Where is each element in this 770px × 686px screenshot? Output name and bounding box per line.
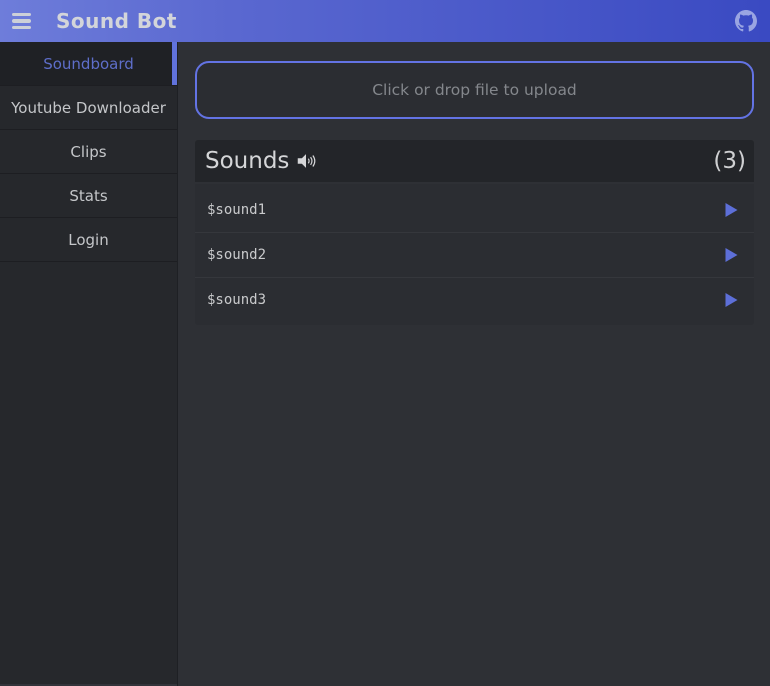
sound-row: $sound2 xyxy=(195,232,754,277)
play-icon xyxy=(725,203,738,217)
hamburger-menu-button[interactable] xyxy=(0,0,42,42)
hamburger-icon xyxy=(12,13,31,17)
sounds-count: (3) xyxy=(713,148,746,174)
sound-name: $sound2 xyxy=(207,247,266,263)
dropzone-label: Click or drop file to upload xyxy=(372,81,577,99)
sidebar: Soundboard Youtube Downloader Clips Stat… xyxy=(0,42,178,686)
sounds-title: Sounds xyxy=(205,148,289,174)
sidebar-item-youtube-downloader[interactable]: Youtube Downloader xyxy=(0,86,177,130)
sidebar-item-label: Login xyxy=(68,231,108,249)
app-header: Sound Bot xyxy=(0,0,770,42)
app-title: Sound Bot xyxy=(56,9,177,33)
sidebar-item-stats[interactable]: Stats xyxy=(0,174,177,218)
main-content: Click or drop file to upload Sounds (3) … xyxy=(179,42,770,686)
sidebar-item-clips[interactable]: Clips xyxy=(0,130,177,174)
sidebar-item-label: Soundboard xyxy=(43,55,134,73)
sidebar-item-label: Youtube Downloader xyxy=(11,99,166,117)
sound-row: $sound1 xyxy=(195,187,754,232)
sounds-list: $sound1 $sound2 $sound3 xyxy=(195,184,754,325)
sidebar-item-soundboard[interactable]: Soundboard xyxy=(0,42,177,86)
sidebar-item-login[interactable]: Login xyxy=(0,218,177,262)
sound-name: $sound3 xyxy=(207,292,266,308)
play-sound-button[interactable] xyxy=(722,291,740,309)
sidebar-item-label: Clips xyxy=(70,143,106,161)
speaker-icon xyxy=(295,150,317,172)
sounds-panel: Sounds (3) $sound1 $sound2 xyxy=(195,140,754,325)
sidebar-item-label: Stats xyxy=(69,187,107,205)
play-sound-button[interactable] xyxy=(722,201,740,219)
file-upload-dropzone[interactable]: Click or drop file to upload xyxy=(195,61,754,119)
sound-name: $sound1 xyxy=(207,202,266,218)
github-link[interactable] xyxy=(734,9,758,33)
play-icon xyxy=(725,248,738,262)
sound-row: $sound3 xyxy=(195,277,754,322)
sounds-header: Sounds (3) xyxy=(195,140,754,182)
github-icon xyxy=(735,10,757,32)
play-icon xyxy=(725,293,738,307)
active-accent-bar xyxy=(172,42,177,85)
play-sound-button[interactable] xyxy=(722,246,740,264)
